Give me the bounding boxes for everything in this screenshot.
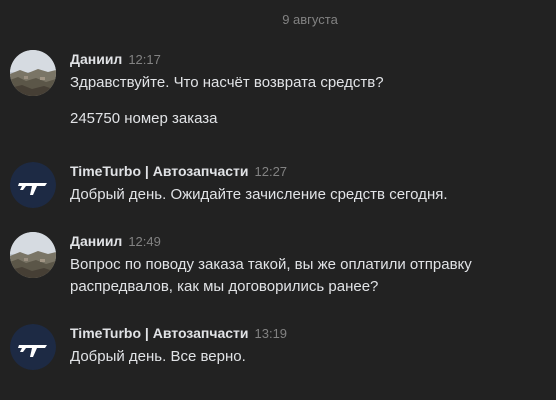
author-name[interactable]: TimeTurbo | Автозапчасти [70,163,249,179]
message-text: 245750 номер заказа [70,110,218,127]
message-text: Здравствуйте. Что насчёт возврата средст… [70,74,384,91]
message-text: Добрый день. Все верно. [70,348,246,365]
landscape-photo-icon [10,50,56,96]
author-name[interactable]: TimeTurbo | Автозапчасти [70,325,249,341]
message-text: Добрый день. Ожидайте зачисление средств… [70,186,448,203]
avatar[interactable] [10,324,56,370]
author-name[interactable]: Даниил [70,233,122,249]
avatar[interactable] [10,232,56,278]
avatar[interactable] [10,162,56,208]
timeturbo-logo-icon [10,162,56,208]
message-time[interactable]: 12:17 [128,52,161,67]
date-divider: 9 августа [282,12,338,27]
author-name[interactable]: Даниил [70,51,122,67]
message-time[interactable]: 12:27 [255,164,288,179]
message-time[interactable]: 13:19 [255,326,288,341]
timeturbo-logo-icon [10,324,56,370]
landscape-photo-icon [10,232,56,278]
avatar[interactable] [10,50,56,96]
message-time[interactable]: 12:49 [128,234,161,249]
message-text: Вопрос по поводу заказа такой, вы же опл… [70,256,472,295]
chat-history: 9 августа Даниил 12:17 Здравствуйте. Что … [0,0,556,400]
